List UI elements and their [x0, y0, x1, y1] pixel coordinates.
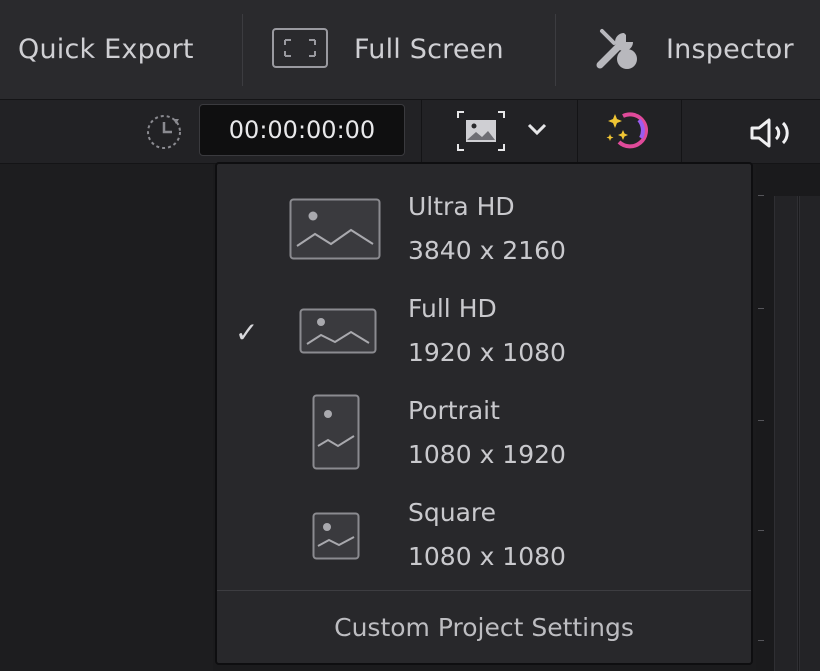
meter-tick	[758, 195, 764, 196]
toolbar-divider	[242, 14, 243, 86]
menu-item-resolution: 3840 x 2160	[408, 236, 566, 265]
speaker-icon[interactable]	[748, 117, 798, 153]
menu-item-resolution: 1080 x 1080	[408, 542, 566, 571]
smart-color-icon[interactable]	[603, 108, 653, 158]
custom-project-settings-button[interactable]: Custom Project Settings	[217, 591, 751, 663]
inspector-button[interactable]: Inspector	[594, 0, 794, 99]
audio-meter-track	[774, 196, 798, 671]
menu-item-ultra-hd[interactable]: Ultra HD 3840 x 2160	[217, 180, 751, 284]
selected-check-icon: ✓	[235, 316, 259, 349]
toolbar-divider	[555, 14, 556, 86]
menu-item-portrait[interactable]: Portrait 1080 x 1920	[217, 384, 751, 488]
landscape-icon	[299, 308, 377, 354]
menu-item-square[interactable]: Square 1080 x 1080	[217, 486, 751, 590]
menu-item-name: Square	[408, 498, 497, 527]
menu-item-full-hd[interactable]: ✓ Full HD 1920 x 1080	[217, 282, 751, 386]
meter-tick	[758, 420, 764, 421]
menu-item-name: Ultra HD	[408, 192, 515, 221]
chevron-down-icon[interactable]	[527, 122, 547, 141]
viewer-toolbar: 00:00:00:00	[0, 100, 820, 164]
menu-item-resolution: 1920 x 1080	[408, 338, 566, 367]
menu-item-resolution: 1080 x 1920	[408, 440, 566, 469]
timecode-clock-icon[interactable]	[145, 113, 183, 155]
fullscreen-icon	[272, 27, 328, 72]
custom-project-settings-label: Custom Project Settings	[334, 612, 634, 642]
inspector-label: Inspector	[666, 34, 794, 65]
viewer-area	[0, 164, 213, 671]
audio-meter-track	[799, 196, 820, 671]
meter-tick	[758, 640, 764, 641]
resolution-menu: Ultra HD 3840 x 2160 ✓ Full HD 1920 x 10…	[215, 162, 753, 665]
meter-tick	[758, 530, 764, 531]
meter-tick	[758, 308, 764, 309]
menu-item-name: Full HD	[408, 294, 497, 323]
full-screen-button[interactable]: Full Screen	[272, 0, 504, 99]
viewer-divider	[681, 100, 682, 163]
top-toolbar: Quick Export Full Screen Inspector	[0, 0, 820, 100]
timecode-value: 00:00:00:00	[228, 116, 376, 144]
inspector-tools-icon	[594, 25, 640, 75]
viewer-divider	[577, 100, 578, 163]
landscape-large-icon	[289, 198, 381, 260]
portrait-icon	[312, 394, 360, 470]
quick-export-label: Quick Export	[18, 34, 194, 65]
quick-export-button[interactable]: Quick Export	[18, 0, 194, 99]
full-screen-label: Full Screen	[354, 34, 504, 65]
menu-item-name: Portrait	[408, 396, 500, 425]
viewer-divider	[421, 100, 422, 163]
square-icon	[312, 512, 360, 560]
timecode-display[interactable]: 00:00:00:00	[199, 104, 405, 156]
resolution-icon[interactable]	[456, 110, 506, 156]
